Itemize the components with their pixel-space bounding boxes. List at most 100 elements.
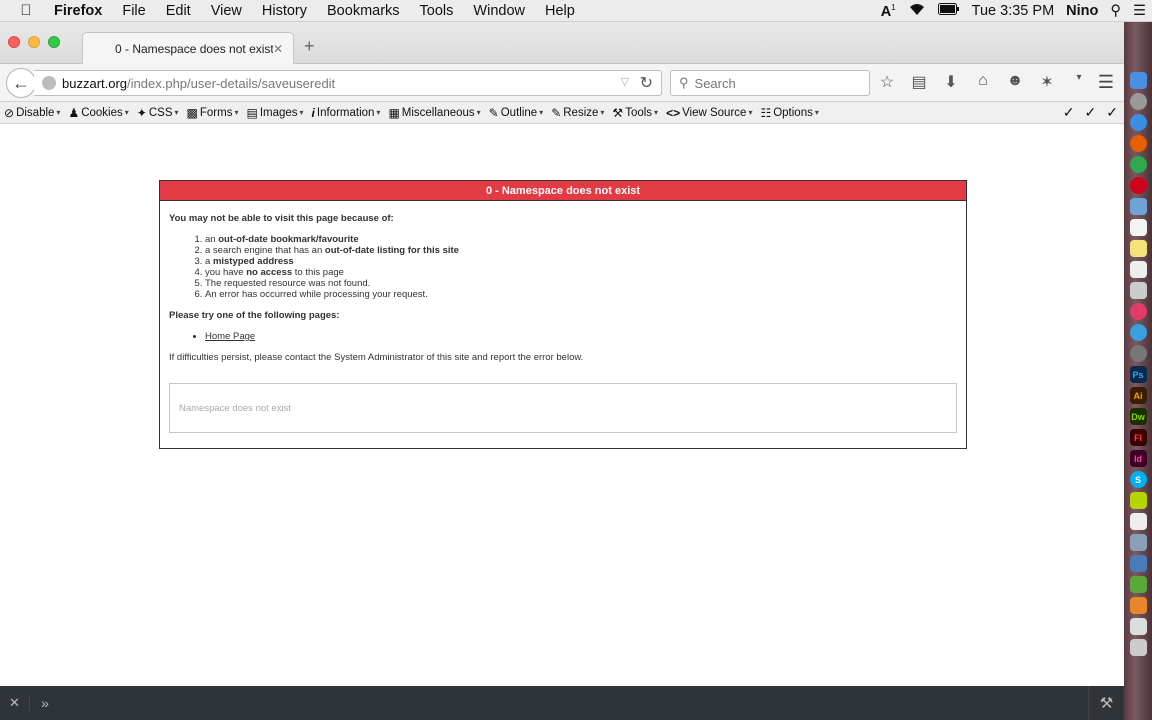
- opera-icon[interactable]: [1129, 177, 1147, 194]
- devbar-resize[interactable]: ✎ Resize ▾: [551, 106, 604, 120]
- safari-icon[interactable]: [1129, 114, 1147, 131]
- scanner-icon[interactable]: [1129, 534, 1147, 551]
- hamburger-menu-icon[interactable]: ☰: [1098, 72, 1114, 93]
- minimize-window-button[interactable]: [28, 36, 40, 48]
- preview-icon[interactable]: [1129, 198, 1147, 215]
- reason-bold: out-of-date listing for this site: [324, 245, 459, 256]
- menu-tools[interactable]: Tools: [410, 3, 464, 19]
- pencil-icon: ✎: [551, 105, 562, 120]
- navigation-toolbar: ← buzzart.org/index.php/user-details/sav…: [0, 64, 1124, 102]
- menu-help[interactable]: Help: [535, 3, 585, 19]
- menu-view[interactable]: View: [201, 3, 252, 19]
- input-source-icon[interactable]: A1: [875, 3, 902, 20]
- devbar-miscellaneous[interactable]: ▦ Miscellaneous ▾: [388, 106, 480, 120]
- reason-bold: no access: [246, 267, 293, 278]
- back-button[interactable]: ←: [6, 68, 36, 98]
- check-icon[interactable]: ✓: [1063, 104, 1075, 121]
- globe-icon[interactable]: [42, 76, 56, 90]
- usb-drive-icon[interactable]: [1129, 618, 1147, 635]
- devbar-status-checks: ✓ ✓ ✓: [1063, 104, 1118, 121]
- illustrator-icon[interactable]: Ai: [1129, 387, 1147, 404]
- reading-list-icon[interactable]: ▤: [910, 72, 928, 92]
- devbar-tools[interactable]: ⚒ Tools ▾: [612, 106, 658, 120]
- chevron-down-icon[interactable]: ▾: [1070, 72, 1088, 92]
- dashboard-icon[interactable]: [1129, 555, 1147, 572]
- menu-bookmarks[interactable]: Bookmarks: [317, 3, 410, 19]
- clock[interactable]: Tue 3:35 PM: [966, 3, 1060, 19]
- devbar-label: Outline: [500, 106, 538, 119]
- itunes-icon[interactable]: [1129, 303, 1147, 320]
- menu-window[interactable]: Window: [463, 3, 535, 19]
- devbar-disable[interactable]: ⊘ Disable ▾: [4, 106, 60, 120]
- devbar-forms[interactable]: ▩ Forms ▾: [187, 106, 239, 120]
- menu-app-firefox[interactable]: Firefox: [52, 3, 112, 19]
- check-icon[interactable]: ✓: [1085, 104, 1097, 121]
- devbar-label: Miscellaneous: [401, 106, 475, 119]
- search-input[interactable]: [694, 75, 855, 91]
- devbar-cookies[interactable]: ♟ Cookies ▾: [68, 106, 128, 120]
- wrench-icon[interactable]: ⚒: [1088, 686, 1124, 720]
- folder-icon[interactable]: [1129, 597, 1147, 614]
- firefox-icon[interactable]: [1129, 135, 1147, 152]
- filezilla-icon[interactable]: [1129, 492, 1147, 509]
- close-window-button[interactable]: [8, 36, 20, 48]
- paper-icon[interactable]: [1129, 513, 1147, 530]
- devbar-view-source[interactable]: <> View Source ▾: [666, 106, 752, 120]
- finder-icon[interactable]: [1129, 72, 1147, 89]
- command-prompt-icon[interactable]: »: [30, 695, 60, 711]
- photoshop-icon[interactable]: Ps: [1129, 366, 1147, 383]
- indesign-icon[interactable]: Id: [1129, 450, 1147, 467]
- search-bar[interactable]: ⚲: [670, 70, 870, 96]
- tools-icon[interactable]: [1129, 576, 1147, 593]
- battery-icon[interactable]: [932, 3, 966, 19]
- photos-icon[interactable]: [1129, 282, 1147, 299]
- notification-center-icon[interactable]: ☰: [1127, 3, 1152, 19]
- flash-icon[interactable]: Fl: [1129, 429, 1147, 446]
- spotlight-search-icon[interactable]: ⚲: [1104, 3, 1127, 19]
- zoom-window-button[interactable]: [48, 36, 60, 48]
- menu-history[interactable]: History: [252, 3, 317, 19]
- menu-file[interactable]: File: [112, 3, 155, 19]
- reason-bold: out-of-date bookmark/favourite: [218, 234, 359, 245]
- menu-edit[interactable]: Edit: [156, 3, 201, 19]
- error-body: You may not be able to visit this page b…: [160, 201, 966, 375]
- devbar-images[interactable]: ▤ Images ▾: [246, 106, 303, 120]
- devbar-outline[interactable]: ✎ Outline ▾: [489, 106, 544, 120]
- caret-down-icon: ▾: [299, 108, 304, 117]
- trash-icon[interactable]: [1129, 639, 1147, 656]
- close-icon[interactable]: ✕: [0, 695, 30, 711]
- extension-icon[interactable]: ✶: [1038, 72, 1056, 92]
- page-content: 0 - Namespace does not exist You may not…: [0, 124, 1124, 686]
- skype-icon[interactable]: S: [1129, 471, 1147, 488]
- textedit-icon[interactable]: [1129, 261, 1147, 278]
- notes-icon[interactable]: [1129, 240, 1147, 257]
- check-icon[interactable]: ✓: [1106, 104, 1118, 121]
- wifi-icon[interactable]: [902, 2, 932, 20]
- devbar-css[interactable]: ✦ CSS ▾: [137, 106, 179, 120]
- apple-icon[interactable]: : [0, 2, 52, 19]
- tab-active[interactable]: 0 - Namespace does not exist ✕: [82, 32, 294, 64]
- url-host: buzzart.org: [62, 75, 128, 91]
- reload-icon[interactable]: ↻: [640, 73, 653, 93]
- system-preferences-icon[interactable]: [1129, 345, 1147, 362]
- chat-icon[interactable]: ☻: [1006, 72, 1024, 92]
- chrome-icon[interactable]: [1129, 156, 1147, 173]
- tab-close-icon[interactable]: ✕: [273, 42, 283, 56]
- url-bar[interactable]: buzzart.org/index.php/user-details/saveu…: [34, 70, 662, 96]
- devbar-information[interactable]: i Information ▾: [312, 106, 381, 120]
- caret-down-icon: ▾: [56, 108, 61, 117]
- downloads-icon[interactable]: ⬇: [942, 72, 960, 92]
- launchpad-icon[interactable]: [1129, 93, 1147, 110]
- bookmark-star-icon[interactable]: ☆: [878, 72, 896, 92]
- devbar-options[interactable]: ☷ Options ▾: [760, 106, 818, 120]
- new-tab-button[interactable]: +: [304, 36, 315, 57]
- user-name[interactable]: Nino: [1060, 3, 1104, 19]
- url-history-dropdown-icon[interactable]: ▽: [621, 75, 629, 88]
- calendar-icon[interactable]: [1129, 219, 1147, 236]
- home-icon[interactable]: ⌂: [974, 72, 992, 92]
- error-message-box: Namespace does not exist: [169, 383, 957, 433]
- box-icon: ▦: [388, 105, 400, 120]
- dreamweaver-icon[interactable]: Dw: [1129, 408, 1147, 425]
- app-store-icon[interactable]: [1129, 324, 1147, 341]
- home-page-link[interactable]: Home Page: [205, 331, 255, 342]
